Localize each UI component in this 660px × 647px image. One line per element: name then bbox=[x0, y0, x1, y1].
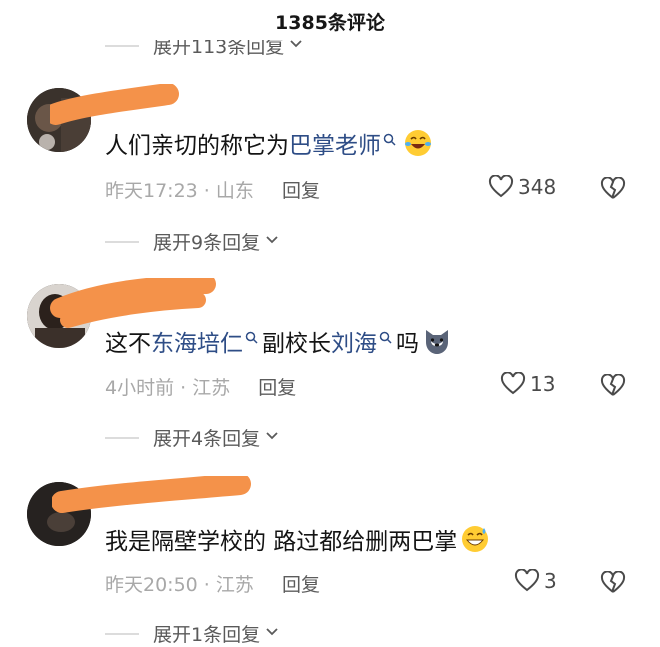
chevron-down-icon bbox=[266, 627, 278, 635]
heart-icon bbox=[488, 175, 514, 198]
expand-replies-label: 展开4条回复 bbox=[153, 428, 261, 450]
expand-replies-label: 展开1条回复 bbox=[153, 624, 261, 646]
expand-divider bbox=[105, 436, 139, 439]
search-link[interactable]: 东海培仁 bbox=[151, 324, 243, 358]
grinning-sweat-face-icon bbox=[462, 526, 489, 552]
like-button[interactable]: 13 bbox=[500, 372, 555, 396]
laughing-face-icon bbox=[405, 130, 431, 156]
comments-header: 1385条评论 bbox=[0, 0, 660, 40]
like-count: 3 bbox=[544, 569, 557, 593]
chevron-down-icon bbox=[266, 235, 278, 243]
like-count: 348 bbox=[518, 175, 557, 199]
comment-text: 这不 东海培仁 副校长 刘海 吗 bbox=[105, 324, 452, 358]
comment-text-mid: 副校长 bbox=[262, 331, 331, 357]
dog-face-icon bbox=[426, 330, 448, 354]
expand-replies-button[interactable]: 展开9条回复 bbox=[105, 228, 278, 255]
broken-heart-icon[interactable] bbox=[600, 571, 626, 595]
search-icon bbox=[379, 331, 392, 344]
comment-count-title: 1385条评论 bbox=[275, 11, 385, 34]
reply-button[interactable]: 回复 bbox=[282, 574, 320, 596]
reply-button[interactable]: 回复 bbox=[258, 377, 296, 399]
comment-text-prefix: 人们亲切的称它为 bbox=[105, 133, 289, 159]
like-button[interactable]: 348 bbox=[488, 175, 556, 199]
broken-heart-icon[interactable] bbox=[600, 374, 626, 398]
chevron-down-icon bbox=[266, 431, 278, 439]
broken-heart-icon[interactable] bbox=[600, 177, 626, 201]
search-icon bbox=[245, 331, 258, 344]
comment-time: 昨天17:23 bbox=[105, 180, 198, 202]
like-button[interactable]: 3 bbox=[514, 569, 557, 593]
like-count: 13 bbox=[530, 372, 556, 396]
scribble-redaction bbox=[50, 84, 179, 125]
comment-text-prefix: 这不 bbox=[105, 331, 151, 357]
expand-divider bbox=[105, 632, 139, 635]
reply-button[interactable]: 回复 bbox=[282, 180, 320, 202]
comment-time: 昨天20:50 bbox=[105, 574, 198, 596]
comment-text-suffix: 吗 bbox=[396, 331, 419, 357]
comment-text: 人们亲切的称它为 巴掌老师 bbox=[105, 126, 433, 160]
search-link[interactable]: 巴掌老师 bbox=[289, 126, 381, 160]
expand-replies-button[interactable]: 展开1条回复 bbox=[105, 620, 278, 647]
comment-location: 江苏 bbox=[215, 574, 254, 596]
expand-divider bbox=[105, 44, 139, 47]
comment-time: 4小时前 bbox=[105, 377, 175, 399]
comment-meta: 昨天17:23 · 山东 回复 bbox=[105, 180, 320, 202]
comment-text-prefix: 我是隔壁学校的 路过都给删两巴掌 bbox=[105, 529, 458, 555]
comment-text: 我是隔壁学校的 路过都给删两巴掌 bbox=[105, 522, 490, 556]
heart-icon bbox=[514, 569, 540, 592]
expand-replies-label: 展开9条回复 bbox=[153, 232, 261, 254]
comment-location: 山东 bbox=[215, 180, 254, 202]
expand-replies-button[interactable]: 展开4条回复 bbox=[105, 424, 278, 451]
search-icon bbox=[383, 133, 396, 146]
expand-divider bbox=[105, 240, 139, 243]
heart-icon bbox=[500, 372, 526, 395]
search-link[interactable]: 刘海 bbox=[331, 324, 377, 358]
scribble-redaction bbox=[52, 476, 251, 513]
comment-meta: 昨天20:50 · 江苏 回复 bbox=[105, 574, 320, 596]
comment-meta: 4小时前 · 江苏 回复 bbox=[105, 377, 297, 399]
comment-location: 江苏 bbox=[192, 377, 231, 399]
